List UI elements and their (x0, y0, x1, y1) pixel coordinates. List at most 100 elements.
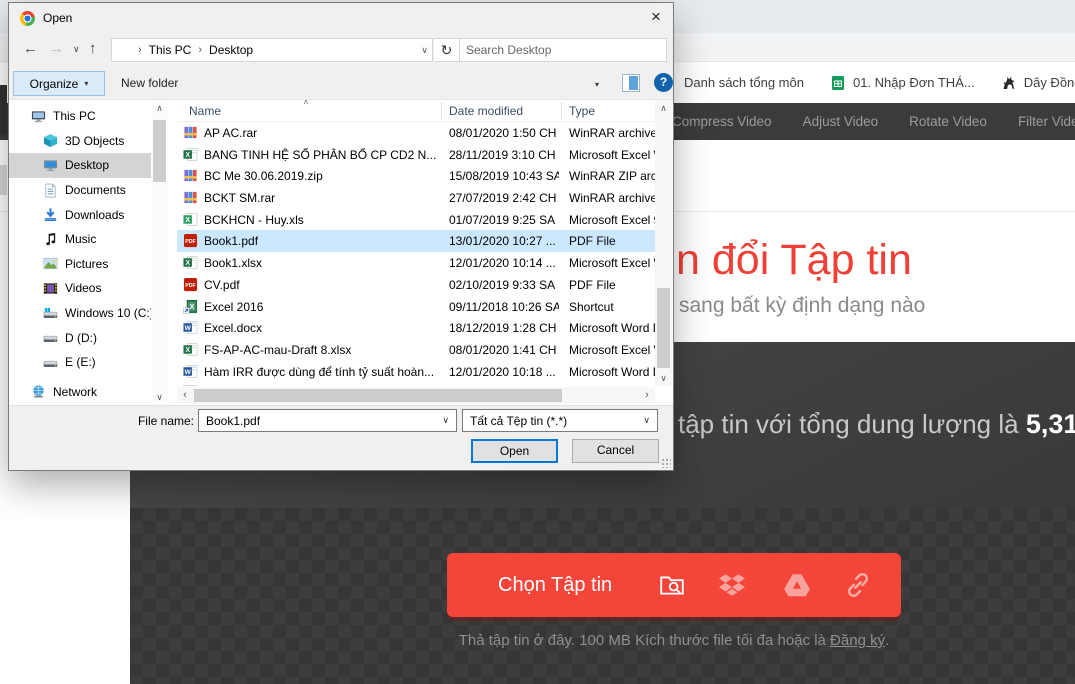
sidebar-item-3d-objects[interactable]: 3D Objects (9, 129, 151, 154)
scroll-left-icon[interactable]: ‹ (177, 387, 193, 404)
column-header-type[interactable]: Type (569, 104, 595, 118)
address-dropdown-icon[interactable]: ∨ (421, 45, 428, 56)
open-button[interactable]: Open (471, 439, 558, 463)
file-name-input[interactable]: Book1.pdf ∨ (198, 409, 457, 432)
sidebar-item-e-e[interactable]: E (E:) (9, 350, 151, 375)
sidebar-item-documents[interactable]: Documents (9, 178, 151, 203)
forward-button[interactable]: → (49, 40, 64, 57)
chevron-down-icon[interactable]: ∨ (643, 415, 650, 426)
file-row-partial[interactable] (177, 382, 655, 386)
svg-text:X: X (185, 347, 190, 354)
views-caret-icon: ▾ (595, 80, 599, 89)
bookmark-01-nh-p-n-th[interactable]: 01. Nhập Đơn THÁ... (830, 75, 975, 91)
resize-grip[interactable] (661, 458, 671, 468)
sidebar-item-network[interactable]: Network (9, 380, 151, 400)
sidebar-item-downloads[interactable]: Downloads (9, 202, 151, 227)
file-row-h-m-irr-c-d-ng-t-nh-t-su-t-ho-n[interactable]: WHàm IRR được dùng để tính tỷ suất hoàn.… (177, 361, 655, 383)
file-name: CV.pdf (204, 278, 436, 292)
scrollbar-thumb[interactable] (657, 288, 670, 368)
scroll-down-icon[interactable]: ∨ (151, 389, 168, 405)
file-name: Excel 2016 (204, 300, 436, 314)
file-row-cv-pdf[interactable]: PDFCV.pdf02/10/2019 9:33 SAPDF File (177, 274, 655, 296)
sidebar-item-d-d[interactable]: D (D:) (9, 325, 151, 350)
desktop-icon (43, 158, 58, 173)
file-date: 01/07/2019 9:25 SA (449, 213, 559, 227)
choose-file-button[interactable]: Chọn Tập tin (447, 553, 901, 617)
bookmark-d-y-ng-h-da[interactable]: Dây Đồng Hồ Da (1001, 75, 1075, 91)
scroll-right-icon[interactable]: › (639, 387, 655, 404)
dropbox-icon[interactable] (718, 571, 746, 599)
file-row-ap-ac-rar[interactable]: AP AC.rar08/01/2020 1:50 CHWinRAR archiv… (177, 122, 655, 144)
file-row-book1-pdf[interactable]: PDFBook1.pdf13/01/2020 10:27 ...PDF File (177, 230, 655, 252)
sidebar-item-label: Pictures (65, 257, 108, 271)
address-bar[interactable]: › This PC › Desktop ∨ (111, 38, 433, 62)
sidebar-item-desktop[interactable]: Desktop (9, 153, 151, 178)
organize-button[interactable]: Organize ▾ (13, 71, 105, 96)
breadcrumb-separator: › (196, 44, 204, 56)
file-row-bc-me-30-06-2019-zip[interactable]: BC Me 30.06.2019.zip15/08/2019 10:43 SAW… (177, 165, 655, 187)
cancel-button[interactable]: Cancel (572, 439, 659, 463)
views-button[interactable]: ▾ (575, 73, 611, 95)
up-button[interactable]: ↑ (89, 40, 97, 57)
new-folder-button[interactable]: New folder (121, 76, 178, 90)
svg-text:X: X (190, 303, 195, 310)
file-row-excel-docx[interactable]: WExcel.docx18/12/2019 1:28 CHMicrosoft W… (177, 317, 655, 339)
link-icon[interactable] (844, 571, 872, 599)
file-type: Microsoft Word D (569, 365, 655, 379)
sidebar-item-pictures[interactable]: Pictures (9, 252, 151, 277)
scroll-up-icon[interactable]: ∧ (655, 100, 672, 116)
nav-item-compress-video[interactable]: Compress Video (672, 114, 772, 129)
breadcrumb-this-pc[interactable]: This PC (149, 43, 192, 57)
sidebar: This PC3D Objects Desktop DocumentsDownloa… (9, 104, 151, 400)
file-list-hscrollbar[interactable]: ‹ › (177, 387, 655, 404)
file-row-fs-ap-ac-mau-draft-8-xlsx[interactable]: XFS-AP-AC-mau-Draft 8.xlsx08/01/2020 1:4… (177, 339, 655, 361)
help-icon[interactable]: ? (654, 73, 673, 92)
file-row-excel-2016[interactable]: XExcel 201609/11/2018 10:26 SAShortcut (177, 296, 655, 318)
preview-pane-icon[interactable] (622, 74, 640, 92)
choose-file-label: Chọn Tập tin (498, 574, 612, 597)
bookmark-label: 01. Nhập Đơn THÁ... (853, 75, 975, 90)
sidebar-item-windows-10-c[interactable]: Windows 10 (C:) (9, 301, 151, 326)
file-type: Shortcut (569, 300, 655, 314)
dropzone[interactable]: Chọn Tập tin Thả tập tin ở đây. 100 MB K… (130, 508, 1075, 684)
file-date: 28/11/2019 3:10 CH (449, 148, 559, 162)
folder-search-icon[interactable] (658, 571, 686, 599)
register-link[interactable]: Đăng ký (830, 632, 885, 649)
scroll-up-icon[interactable]: ∧ (151, 100, 168, 116)
file-row-bckhcn-huy-xls[interactable]: XBCKHCN - Huy.xls01/07/2019 9:25 SAMicro… (177, 209, 655, 231)
refresh-button[interactable]: ↻ (434, 38, 460, 62)
file-list-vscrollbar[interactable]: ∧ ∨ (655, 100, 672, 386)
breadcrumb-desktop[interactable]: Desktop (209, 43, 253, 57)
svg-text:PDF: PDF (185, 283, 196, 289)
file-type: Microsoft Word D (569, 321, 655, 335)
nav-item-rotate-video[interactable]: Rotate Video (909, 114, 987, 129)
bookmark-danh-s-ch-t-ng-m-n[interactable]: Danh sách tổng môn (684, 75, 804, 90)
close-button[interactable]: × (639, 3, 673, 33)
recent-locations-dropdown[interactable]: ∨ (73, 44, 80, 55)
chevron-down-icon[interactable]: ∨ (442, 415, 449, 426)
file-row-book1-xlsx[interactable]: XBook1.xlsx12/01/2020 10:14 ...Microsoft… (177, 252, 655, 274)
column-header-date[interactable]: Date modified (449, 104, 523, 118)
nav-item-adjust-video[interactable]: Adjust Video (803, 114, 879, 129)
sidebar-item-music[interactable]: Music (9, 227, 151, 252)
sidebar-item-label: Desktop (65, 158, 109, 172)
dialog-title-bar[interactable]: Open × (9, 3, 673, 33)
sidebar-scrollbar[interactable]: ∧ ∨ (151, 100, 168, 405)
search-box[interactable]: Search Desktop (459, 38, 667, 62)
scrollbar-thumb[interactable] (194, 389, 562, 402)
file-row-bang-tinh-h-s-ph-n-b-cp-cd2-n[interactable]: XBANG TINH HỆ SỐ PHÂN BỔ CP CD2 N...28/1… (177, 144, 655, 166)
organize-label: Organize (30, 77, 79, 91)
winrar-icon (183, 190, 198, 205)
back-button[interactable]: ← (23, 40, 38, 57)
file-type-select[interactable]: Tất cả Tệp tin (*.*) ∨ (462, 409, 658, 432)
file-row-bckt-sm-rar[interactable]: BCKT SM.rar27/07/2019 2:42 CHWinRAR arch… (177, 187, 655, 209)
scroll-down-icon[interactable]: ∨ (655, 370, 672, 386)
column-header-name[interactable]: Name (189, 104, 221, 118)
dropzone-caption: Thả tập tin ở đây. 100 MB Kích thước fil… (447, 632, 901, 649)
sidebar-item-videos[interactable]: Videos (9, 276, 151, 301)
nav-item-filter-video[interactable]: Filter Video (1018, 114, 1075, 129)
scrollbar-thumb[interactable] (153, 120, 166, 182)
google-drive-icon[interactable] (783, 571, 811, 599)
sidebar-item-this-pc[interactable]: This PC (9, 104, 151, 129)
file-icon (183, 385, 197, 386)
